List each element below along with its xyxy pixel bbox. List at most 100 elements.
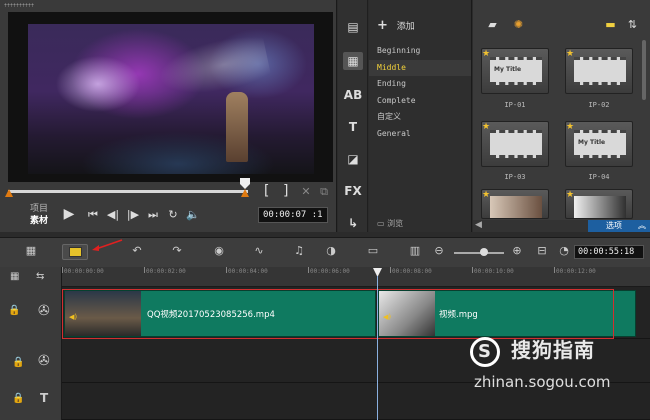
star-icon: ★ [482,49,491,59]
compass-icon[interactable]: ✺ [511,18,526,32]
track-headers: ▦ ⇆ 🔒 ✇ 🔒 ✇ 🔒 T [0,267,62,420]
star-icon: ★ [566,190,575,200]
lock-icon[interactable]: 🔒 [12,357,24,368]
previous-frame-icon[interactable]: ◀| [106,208,120,221]
title-track-icon: T [40,391,49,405]
ruler-label: 00:00:10:00 [474,268,514,275]
ruler-tick [62,267,63,273]
timeline-view-button[interactable] [62,244,88,260]
ruler-tick [390,267,391,273]
thumbnail-item[interactable]: ★ [565,189,633,219]
annotation-arrow [92,239,123,251]
ruler-label: 00:00:08:00 [392,268,432,275]
auto-music-icon[interactable]: ♫ [290,244,308,258]
category-item[interactable]: Beginning [369,43,471,60]
preview-panel: [ ] ✕ ⧉ 项目 素材 ▶ ⏮ ◀| |▶ ⏭ ↻ 🔈 00:00:07 :… [0,0,337,232]
mark-in-button[interactable]: [ [262,183,270,199]
video-figure [226,92,248,162]
timeline-timecode[interactable]: 00:00:55:18 [574,245,644,259]
lock-icon[interactable]: 🔒 [12,393,24,404]
end-icon[interactable]: ⏭ [146,208,160,222]
category-item[interactable]: 自定义 [369,109,471,126]
path-icon[interactable]: ↳ [343,214,363,232]
project-clip-tabs: 项目 素材 [30,203,48,227]
folder-icon[interactable]: ▰ [485,18,500,32]
fit-project-icon[interactable]: ⊟ [533,244,551,258]
enlarge-preview-icon[interactable]: ⧉ [318,186,330,198]
preview-timecode[interactable]: 00:00:07 :1 [258,207,328,223]
collapse-arrow-icon[interactable]: ◀ [475,220,482,230]
ruler-tick [554,267,555,273]
ruler-label: 00:00:04:00 [228,268,268,275]
thumbnail-label: IP-03 [504,173,526,181]
thumbnail-image [574,196,626,218]
ruler-tick [472,267,473,273]
library-side-tabs: ▤ ▦ AB T ◪ FX ↳ [338,0,368,232]
subtitle-editor-icon[interactable]: ▭ [364,244,382,258]
list-view-icon[interactable]: ▬ [603,18,618,32]
home-icon[interactable]: ⏮ [86,208,100,222]
split-clip-icon[interactable]: ✕ [300,186,312,198]
sound-mixer-icon[interactable]: ∿ [250,244,268,258]
filter-icon[interactable]: FX [343,182,363,200]
browse-button[interactable]: ▭ 浏览 [377,218,403,229]
zoom-slider-handle[interactable] [480,248,488,256]
sort-icon[interactable]: ⇅ [625,18,640,32]
graphic-icon[interactable]: ◪ [343,150,363,168]
ripple-edit-icon[interactable]: ⇆ [36,271,44,282]
lock-icon[interactable]: 🔒 [8,305,20,316]
timeline-ruler[interactable]: 00:00:00:00 00:00:02:00 00:00:04:00 00:0… [62,267,650,287]
track-manager-icon[interactable]: ▦ [10,271,19,282]
add-button[interactable]: + 添加 [377,18,415,33]
star-icon: ★ [482,122,491,132]
zoom-out-icon[interactable]: ⊖ [430,244,448,258]
timeline-playhead-line[interactable] [377,276,378,420]
category-item-selected[interactable]: Middle [369,59,471,76]
preview-scrub-bar[interactable] [8,190,248,193]
ruler-label: 00:00:06:00 [310,268,350,275]
thumbnail-item[interactable]: ★ [481,121,549,167]
undo-icon[interactable]: ↶ [128,244,146,258]
thumbnail-item[interactable]: ★ My Title [481,48,549,94]
multi-trim-icon[interactable]: ▥ [406,244,424,258]
category-item[interactable]: General [369,126,471,143]
volume-icon[interactable]: 🔈 [186,208,200,221]
ruler-tick [308,267,309,273]
clock-icon: ◔ [559,244,569,257]
record-capture-icon[interactable]: ◉ [210,244,228,258]
ruler-label: 00:00:00:00 [64,268,104,275]
film-strip [574,57,626,85]
thumbnail-panel: ▰ ✺ ▬ ⇅ ★ My Title IP-01 ★ IP-02 ★ IP-03… [473,0,650,232]
transition-icon[interactable]: AB [343,86,363,104]
redo-icon[interactable]: ↷ [168,244,186,258]
instant-project-icon[interactable]: ▦ [343,52,363,70]
play-icon[interactable]: ▶ [62,206,76,222]
storyboard-view-icon[interactable]: ▦ [22,244,40,258]
chevron-up-icon: ︽ [638,221,646,230]
thumbnail-item[interactable]: ★ My Title [565,121,633,167]
clip-tab[interactable]: 素材 [30,215,48,227]
media-icon[interactable]: ▤ [343,18,363,36]
watermark-brand: 搜狗指南 [510,338,595,362]
watermark-url: zhinan.sogou.com [474,373,611,391]
next-frame-icon[interactable]: |▶ [126,208,140,221]
category-item[interactable]: Ending [369,76,471,93]
thumbnail-scrollbar[interactable] [642,40,646,100]
category-item[interactable]: Complete [369,93,471,110]
zoom-slider-track[interactable] [454,252,504,254]
options-button[interactable]: 选项 ︽ [588,220,650,232]
preview-scrubber-handle[interactable] [240,178,250,189]
repeat-icon[interactable]: ↻ [166,208,180,221]
sogou-logo: S [470,336,500,367]
zoom-in-icon[interactable]: ⊕ [508,244,526,258]
mark-out-button[interactable]: ] [282,183,290,199]
title-icon[interactable]: T [343,118,363,136]
thumbnail-item[interactable]: ★ [481,189,549,219]
watermark: S 搜狗指南 [470,334,595,367]
annotation-highlight-frame [62,289,614,339]
thumbnail-item[interactable]: ★ [565,48,633,94]
project-tab[interactable]: 项目 [30,203,48,215]
panel-grip[interactable] [4,3,34,7]
motion-tracking-icon[interactable]: ◑ [322,244,340,258]
ruler-label: 00:00:02:00 [146,268,186,275]
